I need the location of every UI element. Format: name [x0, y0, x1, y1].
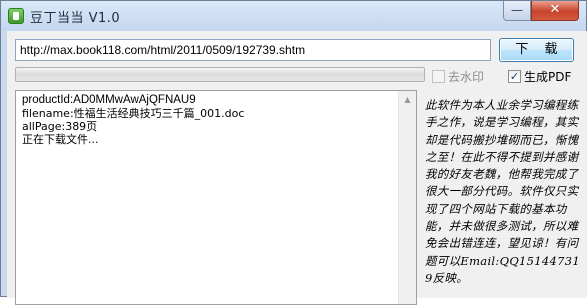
close-button[interactable]: ✕ — [531, 1, 579, 21]
log-scrollbar[interactable]: ▲ — [398, 91, 416, 304]
download-button[interactable]: 下 载 — [499, 38, 574, 62]
minimize-icon: — — [511, 3, 523, 17]
about-text: 此软件为本人业余学习编程练手之作，说是学习编程，其实却是代码搬抄堆砌而已，惭愧之… — [425, 98, 580, 285]
window-title: 豆丁当当 V1.0 — [30, 11, 121, 26]
log-line: 正在下载文件... — [22, 133, 99, 146]
log-output[interactable]: productId:AD0MMwAwAjQFNAU9 filename:性福生活… — [15, 90, 417, 305]
log-line: filename:性福生活经典技巧三千篇_001.doc — [22, 107, 245, 120]
client-area: http://max.book118.com/html/2011/0509/19… — [7, 31, 587, 305]
url-input[interactable]: http://max.book118.com/html/2011/0509/19… — [15, 39, 491, 61]
app-window: 豆丁当当 V1.0 — ✕ http://max.book118.com/htm… — [0, 0, 587, 305]
minimize-button[interactable]: — — [503, 1, 531, 21]
title-bar[interactable]: 豆丁当当 V1.0 — ✕ — [1, 1, 586, 31]
generate-pdf-label: 生成PDF — [524, 70, 572, 84]
remove-watermark-option[interactable]: 去水印 — [432, 69, 484, 84]
close-icon: ✕ — [549, 2, 561, 17]
app-icon — [8, 8, 24, 24]
scroll-up-arrow-icon[interactable]: ▲ — [399, 91, 416, 108]
download-progress-bar — [15, 67, 425, 82]
log-line: allPage:389页 — [22, 120, 98, 133]
log-line: productId:AD0MMwAwAjQFNAU9 — [22, 94, 196, 106]
remove-watermark-label: 去水印 — [448, 70, 485, 84]
checkmark-icon: ✓ — [509, 70, 520, 83]
generate-pdf-option[interactable]: ✓ 生成PDF — [508, 69, 571, 84]
generate-pdf-checkbox[interactable]: ✓ — [508, 70, 521, 83]
remove-watermark-checkbox[interactable] — [432, 70, 445, 83]
